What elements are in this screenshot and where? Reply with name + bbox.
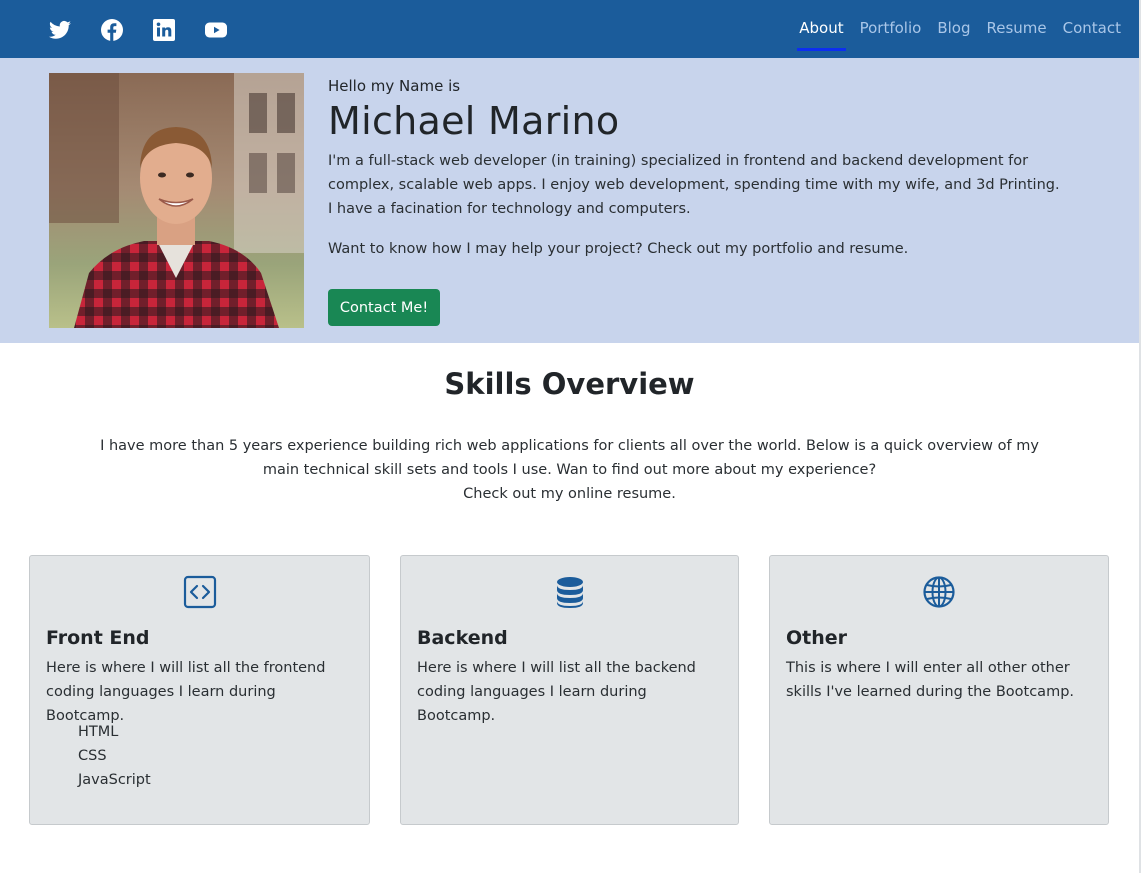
social-links xyxy=(48,18,228,42)
list-item: CSS xyxy=(78,748,107,764)
card-title: Front End xyxy=(46,627,150,649)
card-text: This is where I will enter all other oth… xyxy=(786,660,1075,700)
frontend-skill-list: HTML CSS JavaScript xyxy=(78,720,151,792)
skills-intro: I have more than 5 years experience buil… xyxy=(100,434,1039,506)
globe-icon xyxy=(923,576,955,608)
nav-link-contact[interactable]: Contact xyxy=(1063,17,1121,49)
hero-section: Hello my Name is Michael Marino I'm a fu… xyxy=(0,58,1139,343)
skills-title: Skills Overview xyxy=(444,367,695,401)
navbar: About Portfolio Blog Resume Contact xyxy=(0,0,1139,58)
card-title: Other xyxy=(786,627,848,649)
profile-photo xyxy=(49,73,304,328)
skills-resume-text: Check out my online resume. xyxy=(463,486,676,502)
card-title: Backend xyxy=(417,627,508,649)
twitter-icon[interactable] xyxy=(48,18,72,42)
nav-link-about[interactable]: About xyxy=(797,17,846,51)
card-text: Here is where I will list all the fronte… xyxy=(46,660,326,724)
contact-me-button[interactable]: Contact Me! xyxy=(328,289,440,326)
hero-bio: I'm a full-stack web developer (in train… xyxy=(328,153,1060,217)
greeting-text: Hello my Name is xyxy=(328,77,461,95)
nav-link-portfolio[interactable]: Portfolio xyxy=(860,17,922,49)
facebook-icon[interactable] xyxy=(100,18,124,42)
list-item: HTML xyxy=(78,724,119,740)
hero-text: Hello my Name is Michael Marino I'm a fu… xyxy=(328,75,1068,326)
database-icon xyxy=(556,577,583,608)
code-square-icon xyxy=(183,575,216,609)
nav-link-resume[interactable]: Resume xyxy=(987,17,1047,49)
youtube-icon[interactable] xyxy=(204,18,228,42)
skill-card-backend: Backend Here is where I will list all th… xyxy=(400,555,739,825)
list-item: JavaScript xyxy=(78,772,151,788)
nav-link-blog[interactable]: Blog xyxy=(937,17,970,49)
skills-intro-text: I have more than 5 years experience buil… xyxy=(100,438,1039,478)
hero-cta-text: Want to know how I may help your project… xyxy=(328,241,909,257)
skill-card-other: Other This is where I will enter all oth… xyxy=(769,555,1109,825)
hero-name: Michael Marino xyxy=(328,99,620,143)
linkedin-icon[interactable] xyxy=(152,18,176,42)
skill-card-frontend: Front End Here is where I will list all … xyxy=(29,555,370,825)
card-text: Here is where I will list all the backen… xyxy=(417,660,696,724)
nav-links: About Portfolio Blog Resume Contact xyxy=(797,17,1121,51)
